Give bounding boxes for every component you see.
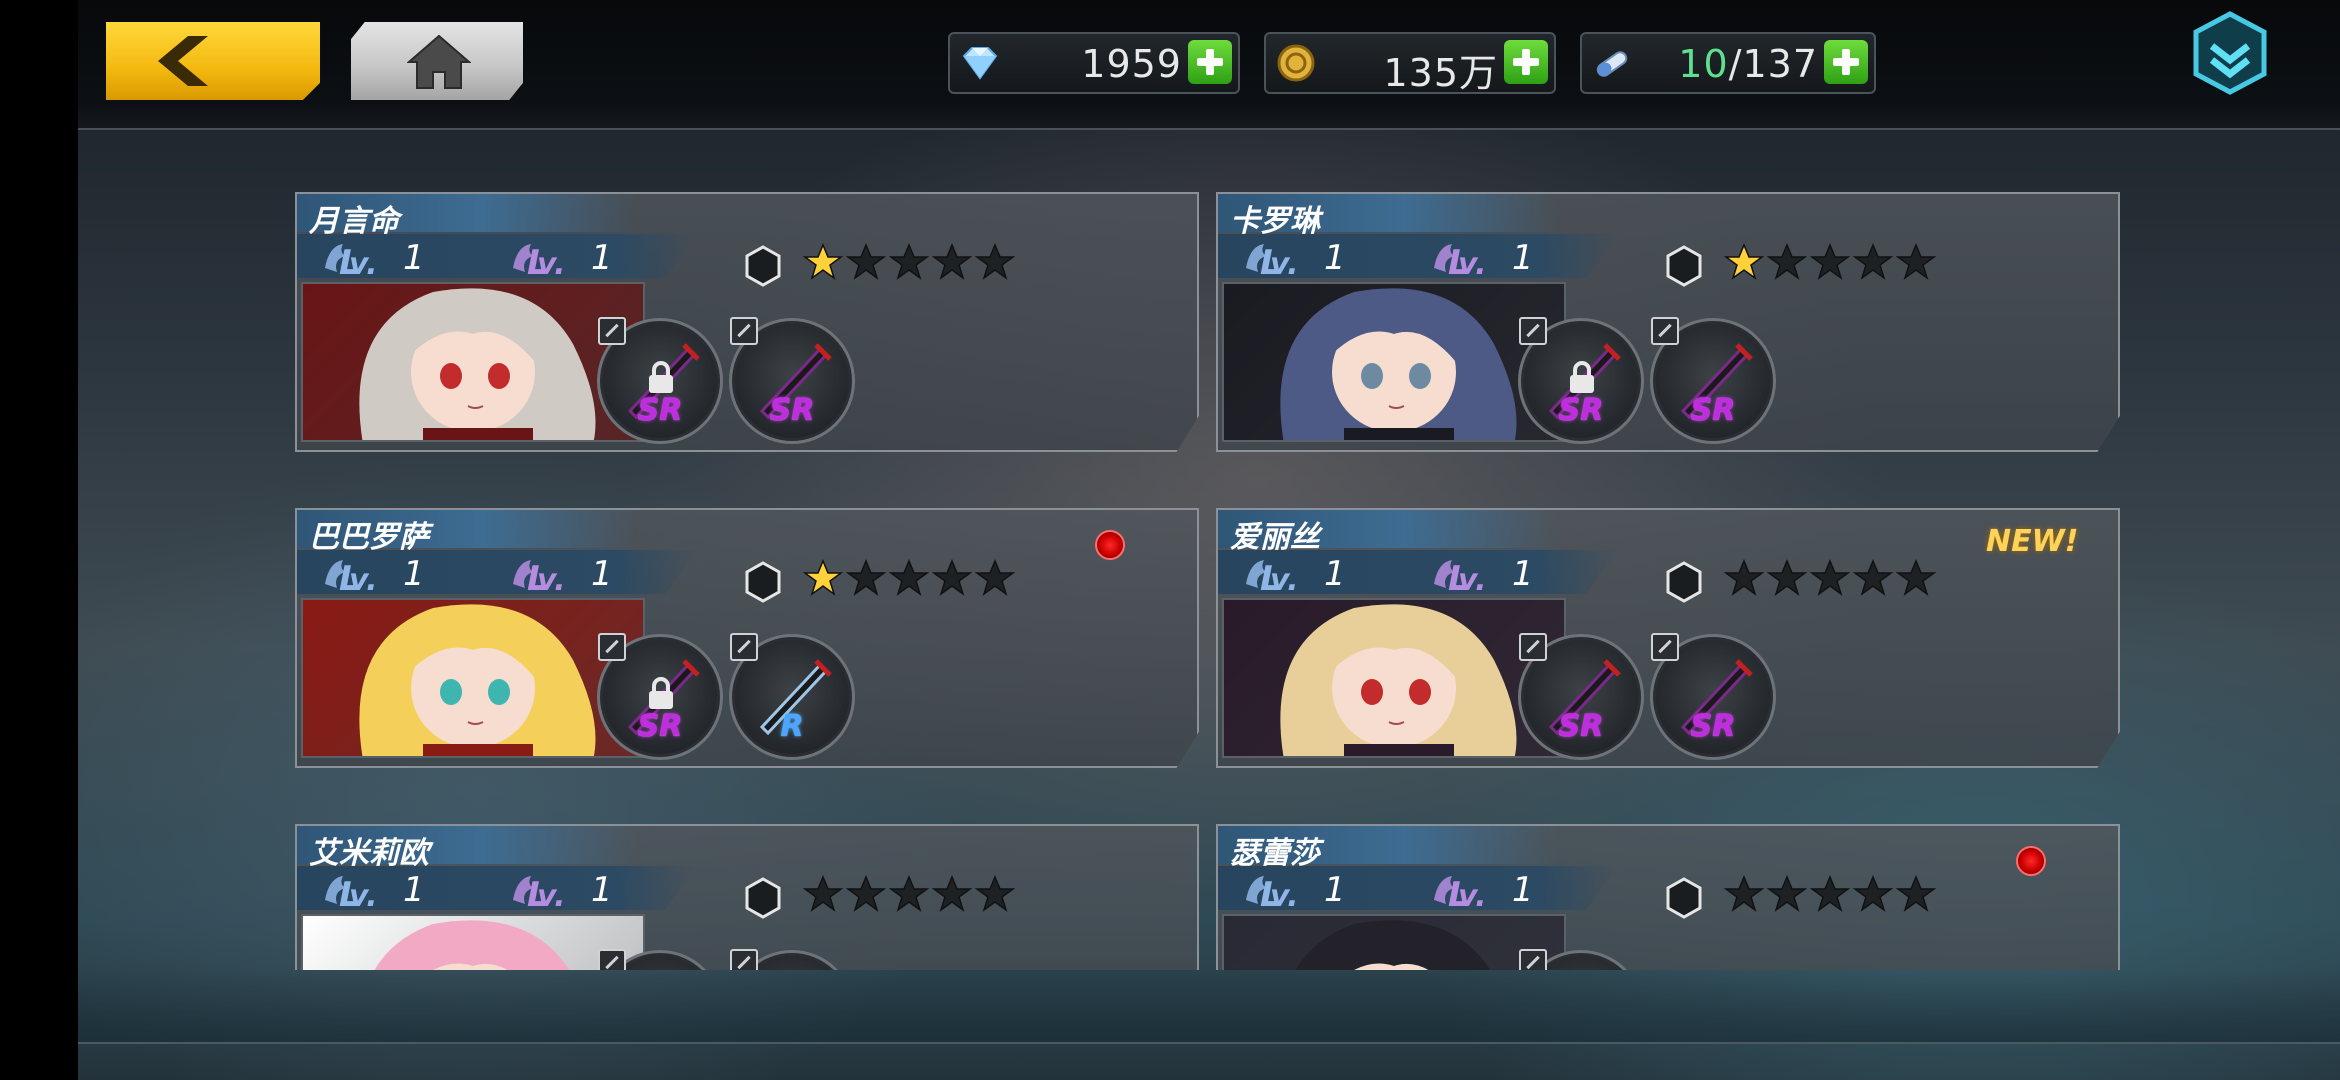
weapon-slot[interactable] (729, 949, 855, 970)
back-button[interactable] (106, 22, 320, 100)
rank-hexagon-icon (745, 877, 781, 919)
weapon-slot[interactable] (1518, 949, 1644, 970)
weapon-slot[interactable]: SR (597, 633, 723, 760)
menu-toggle-button[interactable] (2190, 10, 2270, 96)
character-name: 爱丽丝 (1230, 520, 1320, 555)
svg-text:L: L (339, 559, 361, 594)
weapon-rank: SR (1558, 709, 1604, 744)
weapon-icon (1531, 963, 1631, 970)
weapon-rank: SR (637, 709, 683, 744)
bottom-divider (78, 1042, 2340, 1044)
weapon-rank: SR (1690, 393, 1736, 428)
notification-dot (2016, 846, 2046, 876)
rank-hexagon-icon (745, 245, 781, 287)
character-list[interactable]: 月言命 v. L 1 v. L 1 SR SR 卡罗琳 v. L 1 v. L 1 SR SR 巴巴罗萨 v. L 1 v.… (78, 130, 2340, 970)
character-portrait (1222, 282, 1566, 442)
character-card[interactable]: 卡罗琳 v. L 1 v. L 1 SR SR (1216, 192, 2120, 452)
rank-hexagon-icon (1666, 561, 1702, 603)
weapon-rank: SR (637, 393, 683, 428)
svg-text:L: L (1448, 559, 1470, 594)
coin-counter: 135万 (1264, 32, 1556, 95)
diamond-value: 1959 (1081, 42, 1182, 86)
weapon-slot[interactable]: SR (1650, 317, 1776, 444)
weapon-slot[interactable]: SR (1518, 317, 1644, 444)
svg-text:L: L (1448, 243, 1470, 278)
weapon-slot[interactable] (597, 949, 723, 970)
coin-value: 135万 (1383, 51, 1498, 95)
lock-icon (649, 677, 673, 709)
svg-text:L: L (339, 875, 361, 910)
weapon-icon (742, 963, 842, 970)
character-card[interactable]: 爱丽丝 v. L 1 v. L 1 SR SR NEW! (1216, 508, 2120, 768)
stamina-value: 10/137 (1678, 42, 1818, 86)
character-card[interactable]: 巴巴罗萨 v. L 1 v. L 1 SR R (295, 508, 1199, 768)
character-portrait (301, 914, 645, 970)
chevron-down-menu-icon (2193, 11, 2267, 95)
weapon-rank: SR (1558, 393, 1604, 428)
notification-dot (1095, 530, 1125, 560)
lock-icon (649, 361, 673, 393)
character-name: 巴巴罗萨 (309, 520, 429, 555)
add-diamond-button[interactable] (1188, 40, 1232, 84)
character-name: 卡罗琳 (1230, 204, 1320, 239)
rank-hexagon-icon (1666, 245, 1702, 287)
svg-text:L: L (527, 875, 549, 910)
weapon-rank: SR (1690, 709, 1736, 744)
coin-icon (1277, 44, 1315, 82)
svg-text:L: L (1260, 559, 1282, 594)
character-card[interactable]: 瑟蕾莎 v. L 1 v. L 1 (1216, 824, 2120, 970)
character-card[interactable]: 月言命 v. L 1 v. L 1 SR SR (295, 192, 1199, 452)
character-portrait (301, 282, 645, 442)
svg-text:L: L (1260, 875, 1282, 910)
chevron-left-icon (158, 36, 208, 86)
game-stage: 月言命 v. L 1 v. L 1 SR SR 卡罗琳 v. L 1 v. L 1 SR SR 巴巴罗萨 v. L 1 v.… (78, 0, 2340, 1080)
weapon-rank: R (780, 709, 804, 744)
add-coin-button[interactable] (1504, 40, 1548, 84)
lock-icon (1570, 361, 1594, 393)
stamina-icon (1596, 51, 1628, 77)
add-stamina-button[interactable] (1824, 40, 1868, 84)
weapon-icon (610, 963, 710, 970)
left-letterbox (0, 0, 78, 1080)
top-bar: 1959 135万 10/137 (78, 0, 2340, 130)
character-portrait (1222, 914, 1566, 970)
home-icon (407, 34, 471, 89)
character-name: 月言命 (309, 204, 399, 239)
stamina-counter: 10/137 (1580, 32, 1876, 94)
character-name: 瑟蕾莎 (1230, 836, 1320, 871)
character-name: 艾米莉欧 (309, 836, 429, 871)
weapon-slot[interactable]: SR (1650, 633, 1776, 760)
character-portrait (1222, 598, 1566, 758)
weapon-rank: SR (769, 393, 815, 428)
character-card[interactable]: 艾米莉欧 v. L 1 v. L 1 (295, 824, 1199, 970)
weapon-slot[interactable]: SR (597, 317, 723, 444)
home-button[interactable] (351, 22, 523, 100)
diamond-icon (962, 47, 998, 80)
weapon-slot[interactable]: R (729, 633, 855, 760)
bottom-fade (78, 970, 2340, 1042)
rank-hexagon-icon (745, 561, 781, 603)
diamond-counter: 1959 (948, 32, 1240, 94)
rank-hexagon-icon (1666, 877, 1702, 919)
svg-text:L: L (1448, 875, 1470, 910)
new-badge: NEW! (1986, 524, 2079, 559)
character-portrait (301, 598, 645, 758)
weapon-slot[interactable]: SR (729, 317, 855, 444)
svg-text:L: L (527, 559, 549, 594)
weapon-slot[interactable]: SR (1518, 633, 1644, 760)
svg-text:L: L (527, 243, 549, 278)
svg-text:L: L (1260, 243, 1282, 278)
svg-text:L: L (339, 243, 361, 278)
